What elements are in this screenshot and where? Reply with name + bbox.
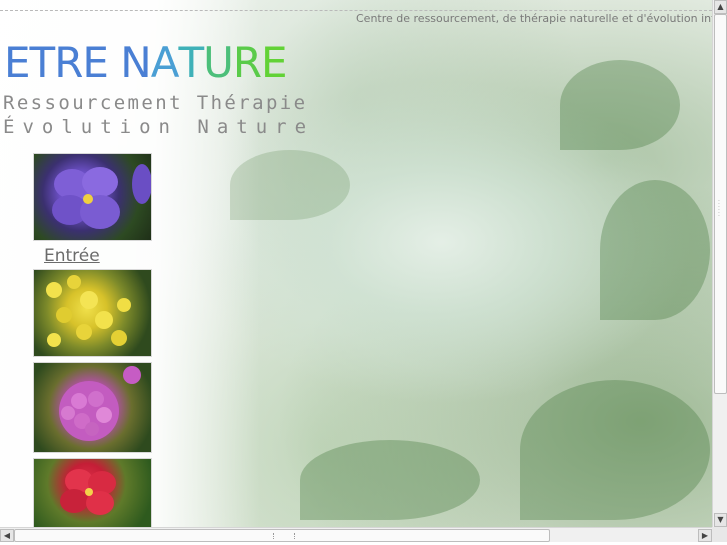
foliage-shape [300, 440, 480, 520]
horizontal-scroll-thumb[interactable] [14, 529, 550, 542]
logo-letter: N [120, 38, 151, 87]
thumbnail-red-hibiscus[interactable] [33, 458, 152, 529]
scroll-up-button[interactable]: ▲ [714, 0, 727, 14]
thumbnail-pink-hydrangea[interactable] [33, 362, 152, 453]
grip-icon [273, 533, 295, 539]
mimosa-image [46, 275, 131, 347]
logo-letter: R [54, 38, 83, 87]
logo-letter: T [178, 38, 204, 87]
logo-letter: E [4, 38, 31, 87]
nav-link-entree[interactable]: Entrée [44, 246, 100, 266]
logo-letter: T [29, 38, 56, 87]
header-divider [0, 10, 712, 11]
hydrangea-image [59, 366, 141, 441]
horizontal-scrollbar[interactable]: ◀ ▶ [0, 527, 712, 542]
foliage-shape [520, 380, 710, 520]
scroll-left-button[interactable]: ◀ [0, 529, 14, 542]
subtitle-line-2: Évolution Nature [3, 116, 315, 138]
scroll-down-button[interactable]: ▼ [714, 513, 727, 527]
scroll-right-button[interactable]: ▶ [698, 529, 712, 542]
site-tagline: Centre de ressourcement, de thérapie nat… [356, 12, 712, 25]
logo-letter: E [261, 38, 288, 87]
pansy-image [52, 164, 151, 229]
logo-letter [108, 42, 120, 84]
logo-letter: E [82, 38, 109, 87]
grip-icon: · · · · · · [718, 198, 720, 220]
logo-letter: U [203, 38, 234, 87]
vertical-scroll-thumb[interactable]: · · · · · · [714, 14, 727, 394]
scrollbar-corner [712, 527, 727, 542]
thumbnail-purple-pansy[interactable] [33, 153, 152, 241]
vertical-scrollbar[interactable]: ▲ · · · · · · ▼ [712, 0, 727, 527]
logo-letter: A [150, 38, 180, 87]
site-logo[interactable]: ETRE NATURE [4, 38, 288, 87]
hibiscus-image [60, 469, 116, 515]
foliage-shape [230, 150, 350, 220]
foliage-shape [600, 180, 710, 320]
foliage-shape [560, 60, 680, 150]
thumbnail-yellow-mimosa[interactable] [33, 269, 152, 357]
subtitle-line-1: Ressourcement Thérapie [3, 92, 308, 114]
logo-letter: R [232, 38, 262, 87]
